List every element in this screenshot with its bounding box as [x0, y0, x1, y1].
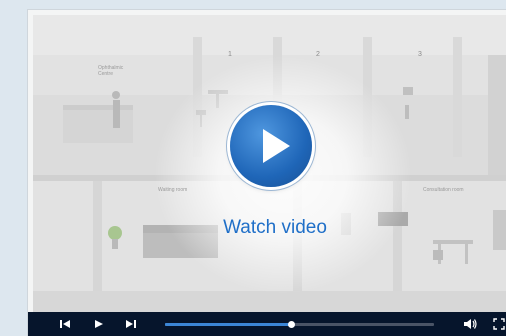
skip-back-icon — [60, 320, 70, 328]
skip-back-button[interactable] — [58, 312, 72, 336]
consultation-room-label: Consultation room — [423, 187, 464, 193]
skip-forward-button[interactable] — [124, 312, 138, 336]
fullscreen-button[interactable] — [492, 312, 506, 336]
watch-video-link[interactable]: Watch video — [205, 217, 345, 239]
room-number-3: 3 — [418, 51, 422, 58]
reception-label-line2: Centre — [98, 71, 114, 77]
play-button[interactable] — [92, 312, 106, 336]
progress-bar[interactable] — [165, 321, 434, 328]
player-controls — [28, 312, 506, 336]
room-number-1: 1 — [228, 51, 232, 58]
volume-button[interactable] — [462, 312, 478, 336]
waiting-room-label: Waiting room — [158, 187, 188, 193]
progress-handle[interactable] — [288, 321, 296, 328]
room-number-2: 2 — [316, 51, 320, 58]
fullscreen-icon — [493, 318, 505, 330]
play-icon — [95, 320, 103, 328]
big-play-button[interactable] — [230, 105, 312, 187]
skip-forward-icon — [126, 320, 136, 328]
volume-icon — [464, 319, 477, 329]
progress-fill — [165, 323, 292, 326]
video-player: 1 2 3 Ophthalmic Centre Waiting room Con… — [28, 10, 506, 336]
play-icon — [263, 129, 290, 163]
